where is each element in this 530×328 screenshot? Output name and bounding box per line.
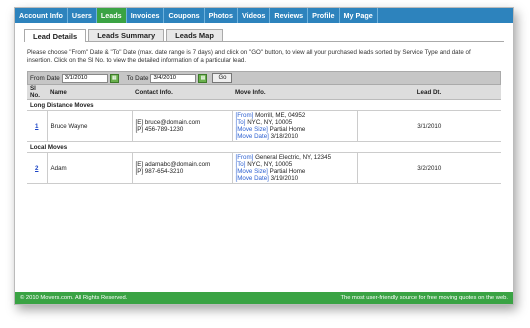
move-size: [Move Size] Partial Home — [235, 168, 306, 175]
contact-email: [E] bruce@domain.com — [135, 119, 201, 126]
nav-filler — [378, 8, 513, 23]
footer: © 2010 Movers.com. All Rights Reserved. … — [15, 292, 513, 304]
lead-date-cell: 3/2/2010 — [356, 152, 501, 184]
contact-email: [E] adamabc@domain.com — [135, 161, 211, 168]
move-from: [From] General Electric, NY, 12345 — [235, 154, 332, 161]
col-header-contact: Contact Info. — [132, 85, 232, 100]
main-nav: Account Info Users Leads Invoices Coupon… — [15, 8, 513, 23]
date-filter-bar: From Date ▦ To Date ▦ Go — [27, 71, 501, 85]
group-title: Long Distance Moves — [27, 99, 501, 111]
table-row: 2 Adam [E] adamabc@domain.com [P] 987-65… — [27, 152, 501, 184]
calendar-icon[interactable]: ▦ — [198, 73, 208, 83]
nav-tab-photos[interactable]: Photos — [205, 8, 238, 23]
app-window: Account Info Users Leads Invoices Coupon… — [14, 7, 514, 305]
name-cell: Adam — [46, 152, 132, 184]
tab-lead-details[interactable]: Lead Details — [24, 29, 87, 42]
contact-phone: [P] 456-789-1230 — [135, 126, 184, 133]
contact-phone: [P] 987-654-3210 — [135, 168, 184, 175]
lead-date-cell: 3/1/2010 — [356, 110, 501, 142]
table-header-row: Sl No. Name Contact Info. Move Info. Lea… — [27, 85, 501, 100]
tab-leads-summary[interactable]: Leads Summary — [88, 29, 165, 41]
col-header-sl-no: Sl No. — [27, 85, 47, 100]
group-row: Local Moves — [27, 141, 501, 153]
footer-tagline: The most user-friendly source for free m… — [340, 295, 508, 301]
instructions-text: Please choose "From" Date & "To" Date (m… — [27, 49, 471, 64]
nav-tab-leads[interactable]: Leads — [96, 8, 127, 23]
group-row: Long Distance Moves — [27, 99, 501, 111]
nav-tab-users[interactable]: Users — [68, 8, 97, 23]
move-to: [To] NYC, NY, 10005 — [235, 161, 293, 168]
copyright-text: © 2010 Movers.com. All Rights Reserved. — [20, 295, 128, 301]
nav-tab-invoices[interactable]: Invoices — [127, 8, 165, 23]
nav-tab-profile[interactable]: Profile — [308, 8, 340, 23]
to-date-label: To Date — [126, 74, 149, 82]
col-header-move-info: Move Info. — [232, 85, 357, 100]
tab-leads-map[interactable]: Leads Map — [166, 29, 223, 41]
col-header-lead-date: Lead Dt. — [357, 85, 501, 100]
nav-tab-reviews[interactable]: Reviews — [270, 8, 309, 23]
lead-details-panel: Please choose "From" Date & "To" Date (m… — [24, 41, 504, 184]
table-row: 1 Bruce Wayne [E] bruce@domain.com [P] 4… — [27, 110, 501, 142]
nav-tab-my-page[interactable]: My Page — [340, 8, 378, 23]
contact-cell: [E] adamabc@domain.com [P] 987-654-3210 — [131, 152, 232, 184]
name-cell: Bruce Wayne — [46, 110, 132, 142]
contact-cell: [E] bruce@domain.com [P] 456-789-1230 — [131, 110, 232, 142]
move-from: [From] Morrill, ME, 04952 — [235, 112, 306, 119]
move-date: [Move Date] 3/18/2010 — [235, 133, 299, 140]
sub-tabs: Lead Details Leads Summary Leads Map — [24, 29, 504, 42]
move-date: [Move Date] 3/19/2010 — [235, 175, 299, 182]
from-date-input[interactable] — [61, 73, 108, 83]
lead-link[interactable]: 2 — [35, 165, 38, 172]
move-size: [Move Size] Partial Home — [235, 126, 306, 133]
calendar-icon[interactable]: ▦ — [109, 73, 119, 83]
move-info-cell: [From] General Electric, NY, 12345 [To] … — [231, 152, 357, 184]
sl-no-cell: 2 — [27, 152, 47, 184]
nav-tab-account-info[interactable]: Account Info — [15, 8, 68, 23]
from-date-label: From Date — [30, 74, 60, 82]
to-date-input[interactable] — [150, 73, 197, 83]
move-to: [To] NYC, NY, 10005 — [235, 119, 293, 126]
leads-table: Sl No. Name Contact Info. Move Info. Lea… — [27, 85, 501, 184]
sl-no-cell: 1 — [27, 110, 47, 142]
group-title: Local Moves — [27, 141, 501, 153]
go-button[interactable]: Go — [212, 73, 233, 83]
col-header-name: Name — [47, 85, 132, 100]
lead-link[interactable]: 1 — [35, 123, 38, 130]
move-info-cell: [From] Morrill, ME, 04952 [To] NYC, NY, … — [231, 110, 357, 142]
nav-tab-videos[interactable]: Videos — [238, 8, 271, 23]
main-content: Lead Details Leads Summary Leads Map Ple… — [24, 29, 504, 184]
nav-tab-coupons[interactable]: Coupons — [164, 8, 205, 23]
